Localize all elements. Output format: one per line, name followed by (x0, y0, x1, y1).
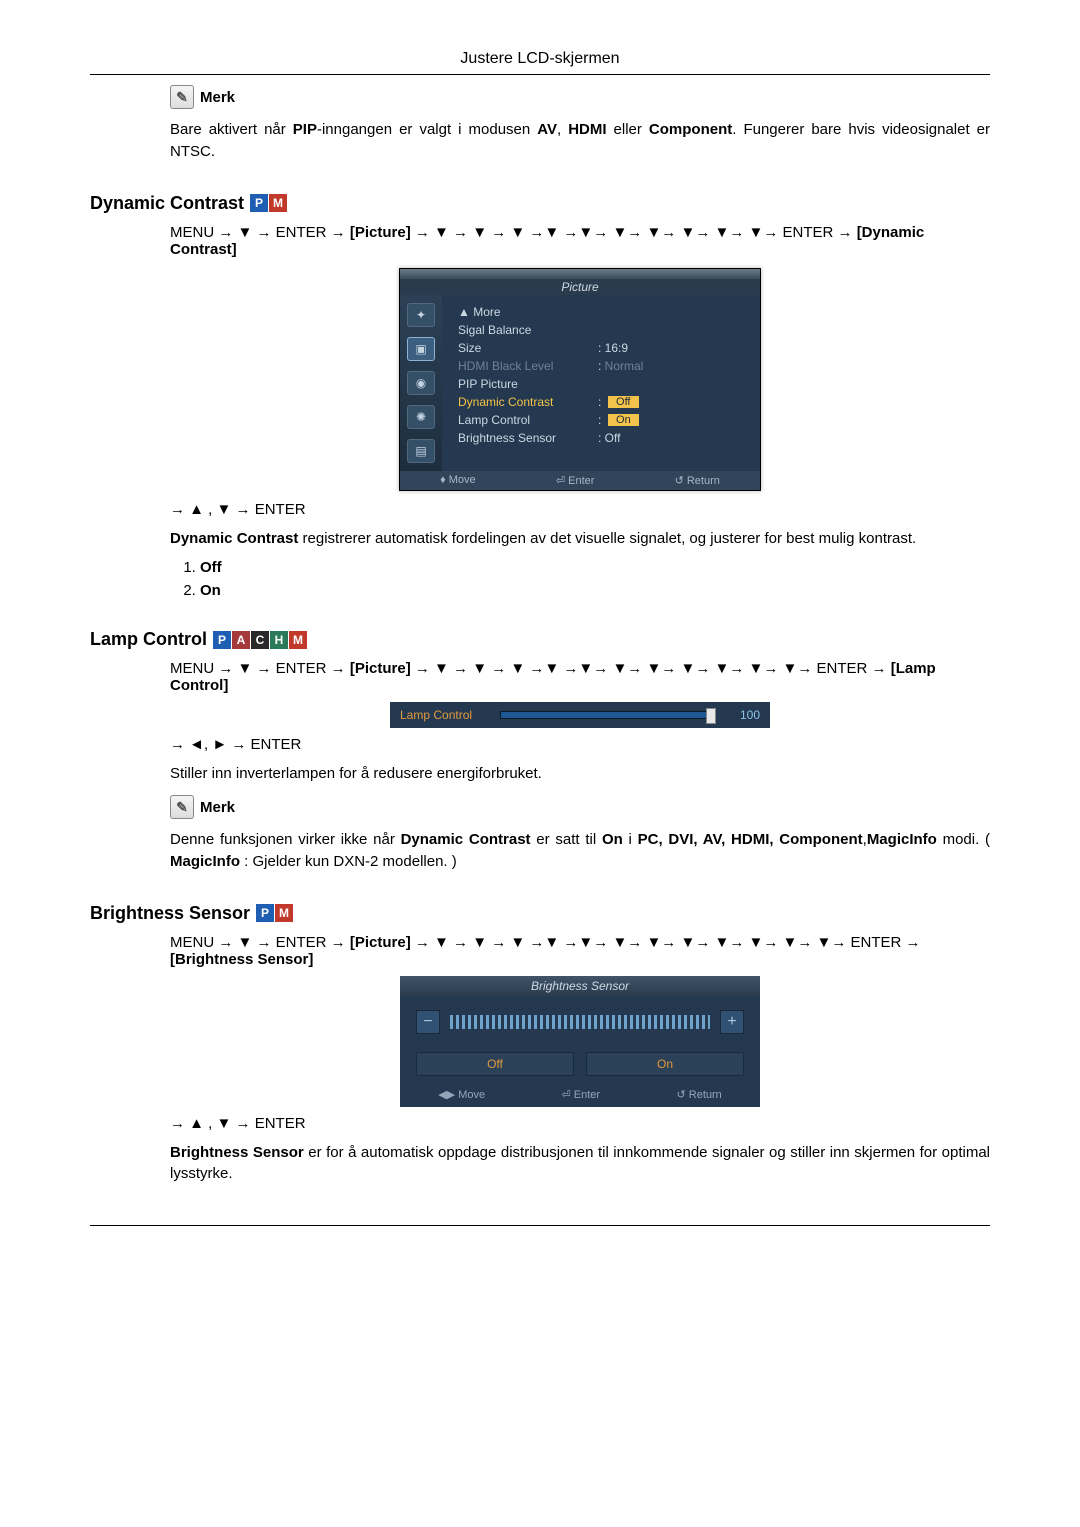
badges-pm: P M (250, 194, 287, 212)
nav-lamp: MENU → ▼ → ENTER → [Picture] → ▼ → ▼ → ▼… (170, 660, 990, 694)
option-on: On (200, 582, 990, 599)
lamp-slider-value: 100 (724, 708, 760, 722)
dynamic-options: Off On (200, 559, 990, 599)
lamp-slider-label: Lamp Control (400, 708, 490, 722)
heading-dynamic-contrast: Dynamic Contrast P M (90, 193, 990, 214)
osd-value: 16:9 (598, 341, 628, 355)
bs-foot-return: ↺ Return (676, 1088, 721, 1101)
bs-title: Brightness Sensor (400, 976, 760, 996)
page-header: Justere LCD-skjermen (90, 40, 990, 74)
lamp-slider-handle (706, 708, 716, 724)
note-icon: ✎ (170, 795, 194, 819)
badge-c-icon: C (251, 631, 269, 649)
nav-dynamic-2: → ▲ , ▼ → ENTER (170, 501, 990, 518)
osd-item-selected: Dynamic Contrast (458, 395, 598, 409)
note-merk: ✎ Merk (170, 85, 990, 109)
badge-m-icon: M (289, 631, 307, 649)
osd-item: HDMI Black Level (458, 359, 598, 373)
osd-item: Brightness Sensor (458, 431, 598, 445)
nav-lamp-2: → ◄, ► → ENTER (170, 736, 990, 753)
osd-side-icons: ✦ ▣ ◉ ✺ ▤ (400, 295, 442, 471)
divider (90, 74, 990, 75)
osd-title: Picture (400, 279, 760, 295)
bold-av: AV (537, 121, 557, 138)
bold-component: Component (649, 121, 732, 138)
heading-text: Brightness Sensor (90, 903, 250, 924)
osd-side-icon: ✺ (407, 405, 435, 429)
lamp-description: Stiller inn inverterlampen for å reduser… (170, 763, 990, 785)
divider (90, 1225, 990, 1226)
badge-p-icon: P (250, 194, 268, 212)
note1-text: Bare aktivert når PIP-inngangen er valgt… (170, 119, 990, 163)
badge-a-icon: A (232, 631, 250, 649)
osd-value-selected: Off (608, 396, 638, 408)
bold-pip: PIP (293, 121, 317, 138)
note-label: Merk (200, 799, 235, 816)
osd-item: PIP Picture (458, 377, 598, 391)
bs-footer: ◀▶ Move ⏎ Enter ↺ Return (400, 1084, 760, 1107)
osd-side-icon: ✦ (407, 303, 435, 327)
lamp-note: Denne funksjonen virker ikke når Dynamic… (170, 829, 990, 873)
bs-plus-button: + (720, 1010, 744, 1034)
badge-p-icon: P (256, 904, 274, 922)
bs-toggle-on: On (586, 1052, 744, 1076)
nav-bs: MENU → ▼ → ENTER → [Picture] → ▼ → ▼ → ▼… (170, 934, 990, 968)
bs-minus-button: − (416, 1010, 440, 1034)
osd-foot-enter: ⏎ Enter (556, 474, 595, 487)
osd-value: Off (598, 431, 620, 445)
osd-foot-return: ↺ Return (675, 474, 720, 487)
note-merk-lamp: ✎ Merk (170, 795, 990, 819)
bold-hdmi: HDMI (568, 121, 606, 138)
badges-pm: P M (256, 904, 293, 922)
badge-m-icon: M (275, 904, 293, 922)
dynamic-description: Dynamic Contrast registrerer automatisk … (170, 528, 990, 550)
osd-item: Sigal Balance (458, 323, 598, 337)
lamp-slider-track (500, 711, 714, 719)
heading-brightness-sensor: Brightness Sensor P M (90, 903, 990, 924)
osd-foot-move: ♦ Move (440, 474, 476, 487)
osd-brightness-sensor: Brightness Sensor − + Off On ◀▶ Move ⏎ E… (400, 976, 760, 1107)
osd-item: Lamp Control (458, 413, 598, 427)
nav-bs-2: → ▲ , ▼ → ENTER (170, 1115, 990, 1132)
bs-description: Brightness Sensor er for å automatisk op… (170, 1142, 990, 1186)
bs-toggle-off: Off (416, 1052, 574, 1076)
badge-p-icon: P (213, 631, 231, 649)
bs-foot-move: ◀▶ Move (438, 1088, 485, 1101)
osd-item: Size (458, 341, 598, 355)
osd-value: Normal (598, 359, 643, 373)
osd-lamp-slider: Lamp Control 100 (390, 702, 770, 728)
option-off: Off (200, 559, 990, 576)
badge-h-icon: H (270, 631, 288, 649)
osd-more: ▲ More (458, 305, 598, 319)
heading-text: Lamp Control (90, 629, 207, 650)
bs-bar (450, 1015, 710, 1029)
osd-side-icon: ▣ (407, 337, 435, 361)
badge-m-icon: M (269, 194, 287, 212)
osd-picture-menu: Picture ✦ ▣ ◉ ✺ ▤ ▲ More Sigal Balance S… (399, 268, 761, 491)
note-icon: ✎ (170, 85, 194, 109)
heading-lamp-control: Lamp Control P A C H M (90, 629, 990, 650)
heading-text: Dynamic Contrast (90, 193, 244, 214)
nav-dynamic: MENU → ▼ → ENTER → [Picture] → ▼ → ▼ → ▼… (170, 224, 990, 258)
note-label: Merk (200, 89, 235, 106)
osd-footer: ♦ Move ⏎ Enter ↺ Return (400, 471, 760, 490)
badges-pachm: P A C H M (213, 631, 307, 649)
osd-side-icon: ◉ (407, 371, 435, 395)
osd-value-hl: On (608, 414, 639, 426)
osd-side-icon: ▤ (407, 439, 435, 463)
bs-foot-enter: ⏎ Enter (562, 1088, 601, 1101)
